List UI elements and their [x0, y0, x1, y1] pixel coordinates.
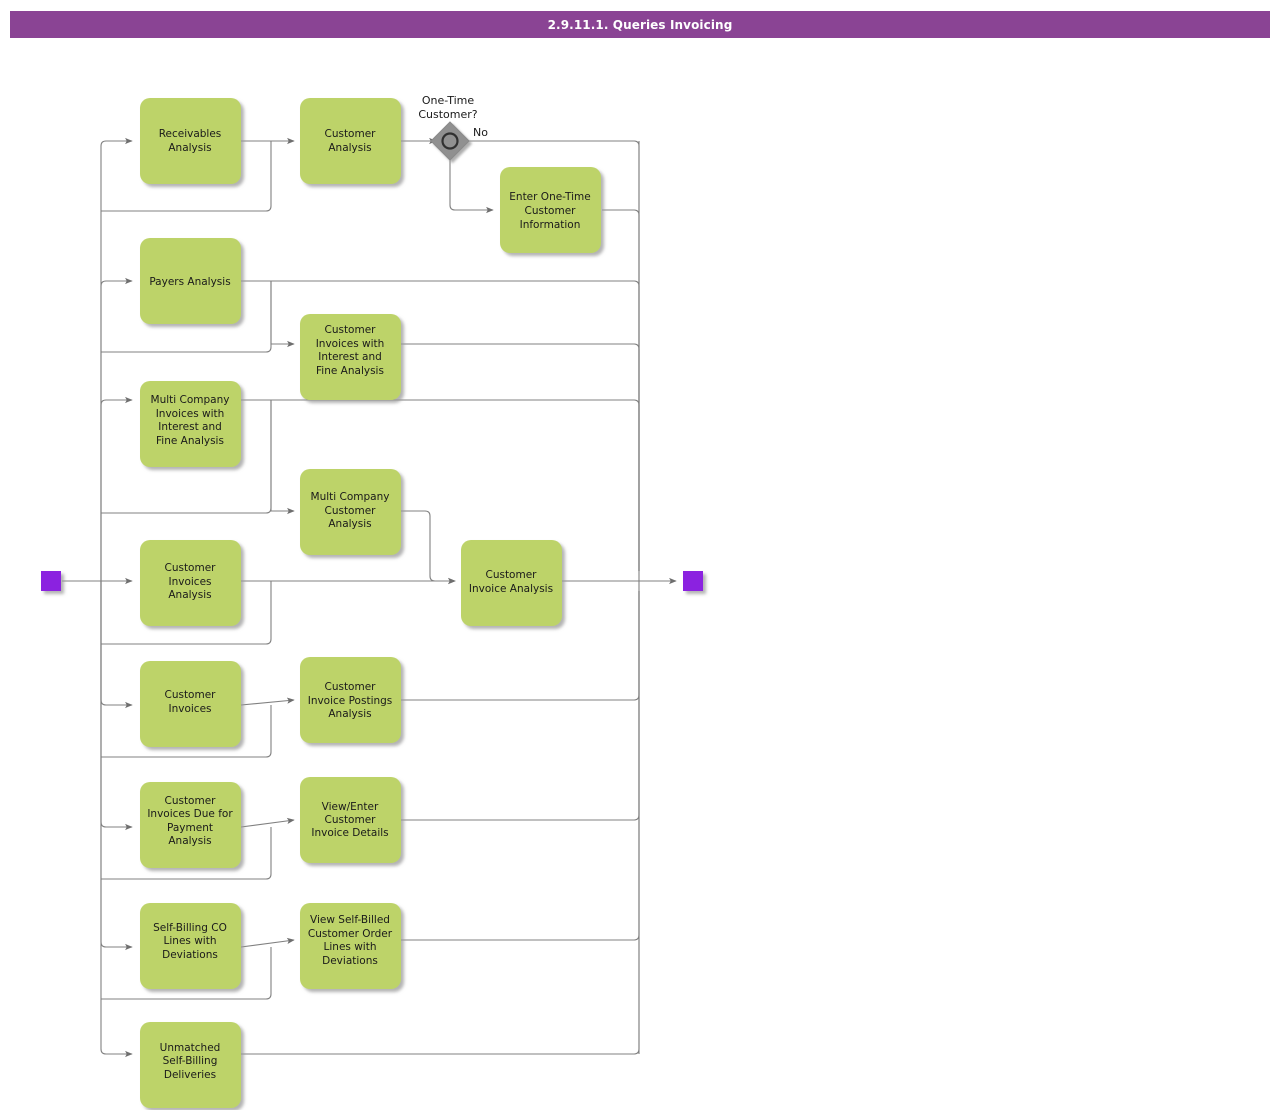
task-multi-company-invoices-with-interest-and-fine-analysis[interactable]: Multi Company Invoices with Interest and…: [140, 381, 241, 467]
edge-enter-one-time-customer-to-collector: [602, 209, 640, 571]
task-view-self-billed-customer-order-lines-with-deviations[interactable]: View Self-Billed Customer Order Lines wi…: [300, 903, 401, 989]
edge-bus-to-multi-company-invoices: [100, 396, 133, 581]
task-customer-invoice-postings-analysis[interactable]: Customer Invoice Postings Analysis: [300, 657, 401, 743]
task-label-line: Customer: [164, 562, 216, 574]
task-customer-analysis[interactable]: Customer Analysis: [300, 98, 401, 184]
edge-customer-invoices-to-postings-analysis: [240, 697, 295, 706]
task-label-line: Receivables: [159, 128, 222, 140]
task-label-line: Customer: [324, 681, 376, 693]
edge-bus-to-payers-analysis: [100, 277, 133, 581]
edge-mid-to-customer-invoices-interest: [270, 281, 295, 348]
task-view-enter-customer-invoice-details[interactable]: View/Enter Customer Invoice Details: [300, 777, 401, 863]
task-label-line: Fine Analysis: [316, 365, 384, 377]
task-label-line: Deviations: [162, 949, 218, 961]
edge-mid-to-multi-company-customer-analysis: [270, 400, 295, 515]
task-label-line: Invoices Due for: [147, 808, 233, 820]
task-label-line: Analysis: [328, 708, 371, 720]
task-label-line: Deviations: [322, 955, 378, 967]
task-self-billing-co-lines-with-deviations[interactable]: Self-Billing CO Lines with Deviations: [140, 903, 241, 989]
task-label-line: Analysis: [328, 142, 371, 154]
edge-bus-to-customer-invoices-due: [100, 581, 133, 831]
task-customer-invoices-due-for-payment-analysis[interactable]: Customer Invoices Due for Payment Analys…: [140, 782, 241, 868]
task-label-line: Lines with: [324, 941, 377, 953]
task-label-line: View/Enter: [322, 801, 379, 813]
task-label-line: Customer Order: [308, 928, 393, 940]
task-customer-invoice-analysis[interactable]: Customer Invoice Analysis: [461, 540, 562, 626]
task-label-line: Interest and: [318, 351, 382, 363]
task-label-line: Customer: [164, 795, 216, 807]
process-flow-diagram: One-Time Customer? No Receivables Analys…: [41, 94, 703, 1108]
edge-view-self-billed-to-collector: [401, 591, 640, 941]
task-label-line: Customer: [324, 505, 376, 517]
edge-gateway-to-enter-one-time-customer: [449, 156, 494, 214]
task-label-line: Customer: [524, 205, 576, 217]
task-label-line: Invoice Postings: [308, 695, 393, 707]
task-label-line: Self-Billing: [163, 1055, 218, 1067]
task-label-line: Invoice Analysis: [469, 583, 553, 595]
task-multi-company-customer-analysis[interactable]: Multi Company Customer Analysis: [300, 469, 401, 555]
task-label-line: Invoices: [168, 576, 211, 588]
edge-multi-company-customer-analysis-to-invoice-analysis: [401, 510, 456, 585]
edge-customer-invoices-interest-to-collector: [401, 343, 640, 571]
task-label-line: Analysis: [328, 518, 371, 530]
task-label-line: Lines with: [164, 935, 217, 947]
edge-bus-to-self-billing-co-lines: [100, 581, 133, 951]
gateway-label-line2: Customer?: [418, 108, 477, 121]
task-label-line: Customer: [324, 128, 376, 140]
task-label-line: Interest and: [158, 421, 222, 433]
edge-bus-to-customer-invoices: [100, 581, 133, 709]
task-receivables-analysis[interactable]: Receivables Analysis: [140, 98, 241, 184]
task-customer-invoices-with-interest-and-fine-analysis[interactable]: Customer Invoices with Interest and Fine…: [300, 314, 401, 400]
one-time-customer-gateway[interactable]: [430, 121, 470, 161]
gateway-label-line1: One-Time: [422, 94, 475, 107]
task-label-line: Payment: [167, 822, 213, 834]
task-label-line: Customer: [324, 324, 376, 336]
task-label-line: Unmatched: [160, 1042, 221, 1054]
gateway-branch-label-no: No: [473, 126, 488, 139]
task-label-line: Analysis: [168, 835, 211, 847]
task-label-line: Analysis: [168, 142, 211, 154]
task-label-line: Invoices with: [156, 408, 225, 420]
task-customer-invoices-analysis[interactable]: Customer Invoices Analysis: [140, 540, 241, 626]
task-unmatched-self-billing-deliveries[interactable]: Unmatched Self-Billing Deliveries: [140, 1022, 241, 1108]
task-label-line: Customer: [164, 689, 216, 701]
task-enter-one-time-customer-information[interactable]: Enter One-Time Customer Information: [500, 167, 601, 253]
task-label-line: Payers Analysis: [149, 276, 230, 288]
end-event[interactable]: [683, 571, 703, 591]
edge-bus-to-unmatched-self-billing: [100, 581, 133, 1058]
edge-self-billing-co-to-view-self-billed: [240, 937, 295, 948]
task-payers-analysis[interactable]: Payers Analysis: [140, 238, 241, 324]
task-label-line: Analysis: [168, 589, 211, 601]
task-label-line: Multi Company: [311, 491, 390, 503]
edge-bus-to-receivables-analysis: [100, 137, 133, 581]
task-customer-invoices[interactable]: Customer Invoices: [140, 661, 241, 747]
edge-invoices-due-to-view-enter-details: [240, 817, 295, 828]
task-label-line: Customer: [324, 814, 376, 826]
task-label-line: Fine Analysis: [156, 435, 224, 447]
task-label-line: Enter One-Time: [509, 191, 590, 203]
task-label-line: Invoices: [168, 703, 211, 715]
task-label-line: Information: [520, 219, 581, 231]
task-label-line: Self-Billing CO: [153, 922, 227, 934]
task-label-line: Deliveries: [164, 1069, 216, 1081]
task-label-line: Customer: [485, 569, 537, 581]
start-event[interactable]: [41, 571, 61, 591]
task-label-line: View Self-Billed: [310, 914, 390, 926]
task-label-line: Multi Company: [151, 394, 230, 406]
task-label-line: Invoice Details: [311, 827, 388, 839]
task-label-line: Invoices with: [316, 338, 385, 350]
